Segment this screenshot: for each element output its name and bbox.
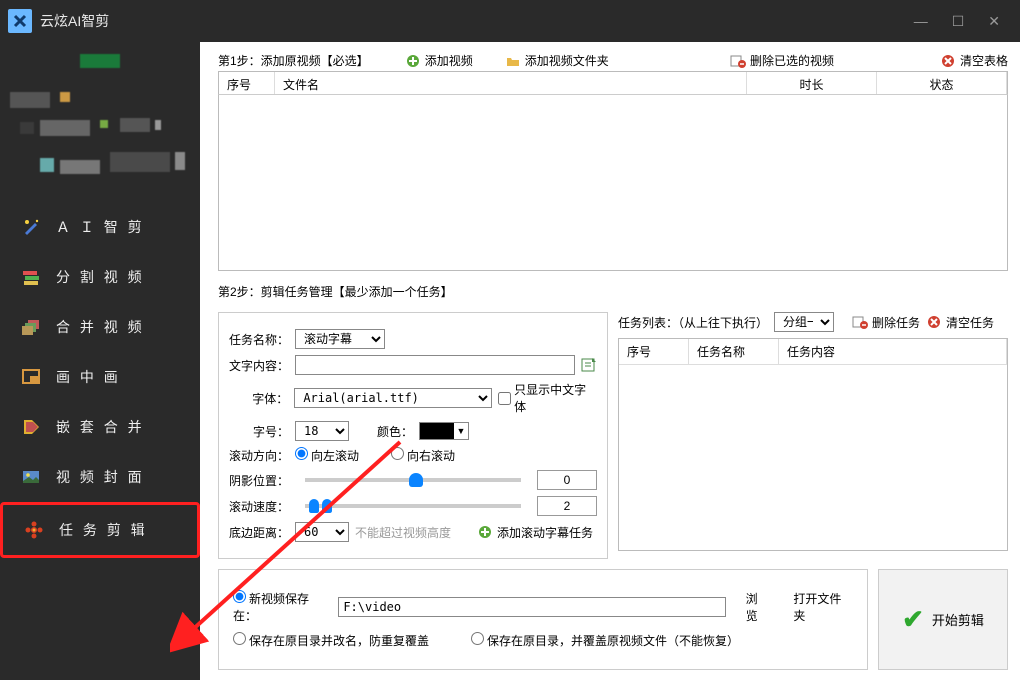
app-title: 云炫AI智剪 bbox=[40, 11, 109, 31]
add-scroll-task-button[interactable]: 添加滚动字幕任务 bbox=[477, 524, 593, 541]
maximize-button[interactable]: ☐ bbox=[952, 13, 965, 30]
only-cn-checkbox[interactable]: 只显示中文字体 bbox=[498, 381, 597, 415]
shadow-value: 0 bbox=[537, 470, 597, 490]
video-table-body[interactable] bbox=[218, 95, 1008, 271]
sidebar: Ａ Ｉ 智 剪 分 割 视 频 合 并 视 频 画 中 画 嵌 套 合 并 视 … bbox=[0, 42, 200, 680]
save-path-input[interactable] bbox=[338, 597, 725, 617]
tags-icon bbox=[20, 416, 42, 438]
color-select[interactable]: ▼ bbox=[419, 422, 469, 440]
font-label: 字体： bbox=[229, 390, 288, 407]
add-video-button[interactable]: 添加视频 bbox=[405, 52, 473, 69]
sidebar-item-ai-edit[interactable]: Ａ Ｉ 智 剪 bbox=[0, 202, 200, 252]
plus-circle-icon bbox=[405, 53, 421, 69]
sidebar-item-merge[interactable]: 合 并 视 频 bbox=[0, 302, 200, 352]
bottom-select[interactable]: 60 bbox=[295, 522, 349, 542]
delete-row-icon bbox=[852, 314, 868, 330]
delete-task-button[interactable]: 删除任务 bbox=[852, 314, 920, 331]
bottom-label: 底边距离： bbox=[229, 524, 289, 541]
speed-value: 2 bbox=[537, 496, 597, 516]
color-label: 颜色： bbox=[377, 423, 413, 440]
sidebar-item-split[interactable]: 分 割 视 频 bbox=[0, 252, 200, 302]
font-select[interactable]: Arial(arial.ttf) bbox=[294, 388, 492, 408]
clear-table-button[interactable]: 清空表格 bbox=[940, 52, 1008, 69]
titlebar: 云炫AI智剪 — ☐ ✕ bbox=[0, 0, 1020, 42]
shadow-slider[interactable] bbox=[305, 478, 521, 482]
sidebar-item-label: Ａ Ｉ 智 剪 bbox=[56, 217, 145, 237]
sidebar-item-label: 嵌 套 合 并 bbox=[56, 417, 145, 437]
open-folder-button[interactable]: 打开文件夹 bbox=[793, 590, 853, 624]
sidebar-item-label: 任 务 剪 辑 bbox=[59, 520, 148, 540]
task-list-label: 任务列表：（从上往下执行） bbox=[618, 314, 768, 331]
video-table-header: 序号 文件名 时长 状态 bbox=[218, 71, 1008, 95]
scroll-dir-label: 滚动方向： bbox=[229, 447, 289, 464]
step2-label: 第2步：剪辑任务管理【最少添加一个任务】 bbox=[218, 283, 1008, 300]
size-select[interactable]: 18 bbox=[295, 421, 349, 441]
pixelated-banner bbox=[0, 42, 200, 192]
sidebar-item-cover[interactable]: 视 频 封 面 bbox=[0, 452, 200, 502]
import-text-icon[interactable] bbox=[581, 357, 597, 373]
stack-icon bbox=[20, 316, 42, 338]
clear-task-button[interactable]: 清空任务 bbox=[926, 314, 994, 331]
clear-icon bbox=[926, 314, 942, 330]
text-content-label: 文字内容： bbox=[229, 357, 289, 374]
add-folder-button[interactable]: 添加视频文件夹 bbox=[505, 52, 609, 69]
group-select[interactable]: 分组一 bbox=[774, 312, 834, 332]
sidebar-item-label: 合 并 视 频 bbox=[56, 317, 145, 337]
sidebar-item-task-edit[interactable]: 任 务 剪 辑 bbox=[0, 502, 200, 558]
check-icon: ✔ bbox=[902, 604, 924, 635]
app-logo-icon bbox=[8, 9, 32, 33]
sidebar-item-pip[interactable]: 画 中 画 bbox=[0, 352, 200, 402]
task-list-body[interactable] bbox=[619, 365, 1007, 553]
dir-right-radio[interactable]: 向右滚动 bbox=[391, 447, 455, 464]
speed-label: 滚动速度： bbox=[229, 498, 289, 515]
sidebar-item-label: 视 频 封 面 bbox=[56, 467, 145, 487]
step1-label: 第1步：添加原视频【必选】 bbox=[218, 52, 369, 69]
minimize-button[interactable]: — bbox=[914, 13, 928, 30]
browse-button[interactable]: 浏览 bbox=[746, 590, 770, 624]
plus-circle-icon bbox=[477, 524, 493, 540]
save-overwrite-radio[interactable]: 保存在原目录，并覆盖原视频文件（不能恢复） bbox=[471, 632, 739, 649]
speed-slider[interactable] bbox=[305, 504, 521, 508]
sidebar-item-label: 分 割 视 频 bbox=[56, 267, 145, 287]
wizard-icon bbox=[20, 216, 42, 238]
folder-icon bbox=[505, 53, 521, 69]
sidebar-item-nest[interactable]: 嵌 套 合 并 bbox=[0, 402, 200, 452]
flower-icon bbox=[23, 519, 45, 541]
delete-row-icon bbox=[730, 53, 746, 69]
save-new-radio[interactable]: 新视频保存在： bbox=[233, 590, 332, 624]
save-options: 新视频保存在： 浏览 打开文件夹 保存在原目录并改名，防重复覆盖 保存在原目录，… bbox=[218, 569, 868, 670]
layers-icon bbox=[20, 266, 42, 288]
pip-icon bbox=[20, 366, 42, 388]
text-content-input[interactable] bbox=[295, 355, 575, 375]
clear-icon bbox=[940, 53, 956, 69]
size-label: 字号： bbox=[229, 423, 289, 440]
close-button[interactable]: ✕ bbox=[988, 13, 1000, 30]
shadow-label: 阴影位置： bbox=[229, 472, 289, 489]
task-list-header: 序号 任务名称 任务内容 bbox=[619, 339, 1007, 365]
sidebar-item-label: 画 中 画 bbox=[56, 367, 121, 387]
task-name-select[interactable]: 滚动字幕 bbox=[295, 329, 385, 349]
picture-icon bbox=[20, 466, 42, 488]
task-name-label: 任务名称： bbox=[229, 331, 289, 348]
dir-left-radio[interactable]: 向左滚动 bbox=[295, 447, 359, 464]
delete-selected-button[interactable]: 删除已选的视频 bbox=[730, 52, 834, 69]
start-edit-button[interactable]: ✔ 开始剪辑 bbox=[878, 569, 1008, 670]
bottom-hint: 不能超过视频高度 bbox=[355, 524, 451, 541]
save-rename-radio[interactable]: 保存在原目录并改名，防重复覆盖 bbox=[233, 632, 429, 649]
